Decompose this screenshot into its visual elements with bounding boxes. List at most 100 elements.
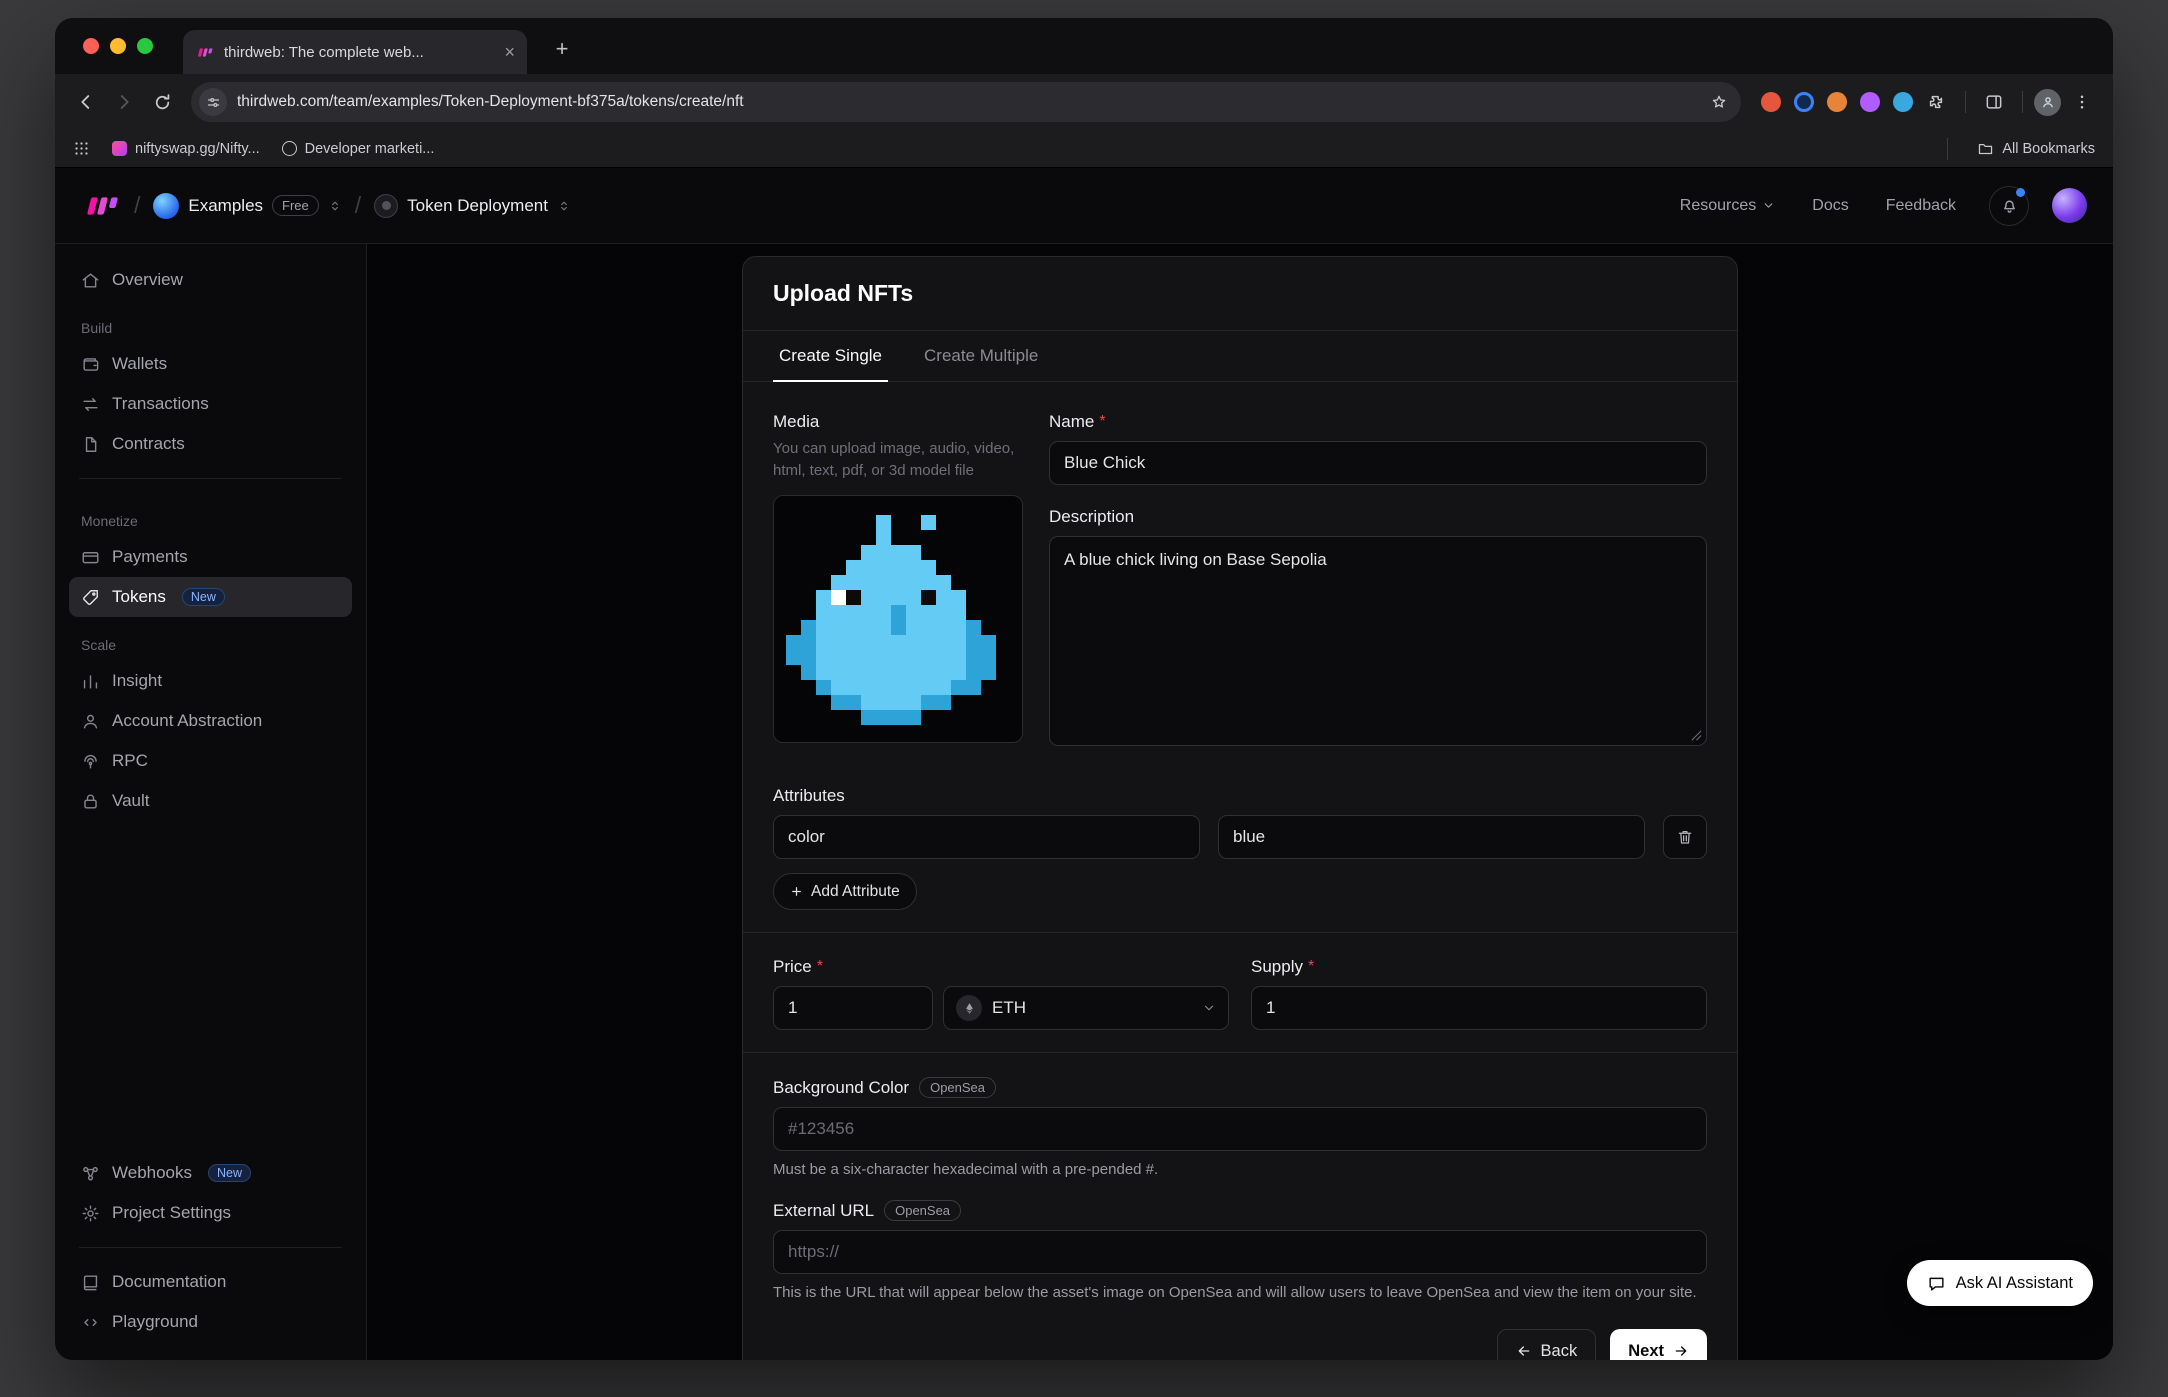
sidebar-item-playground[interactable]: Playground (69, 1302, 352, 1342)
apps-grid-icon[interactable] (73, 140, 90, 157)
webhook-icon (81, 1164, 100, 1183)
nft-media-preview[interactable] (773, 495, 1023, 743)
sidebar-item-label: Tokens (112, 587, 166, 607)
gear-icon (81, 1204, 100, 1223)
contract-icon (81, 435, 100, 454)
tab-close-icon[interactable]: × (504, 43, 515, 61)
bookmark-item[interactable]: niftyswap.gg/Nifty... (112, 141, 260, 157)
tab-create-multiple[interactable]: Create Multiple (918, 331, 1044, 381)
delete-attribute-button[interactable] (1663, 815, 1707, 859)
url-text: thirdweb.com/team/examples/Token-Deploym… (237, 93, 1695, 111)
bookmark-label: Developer marketi... (305, 141, 435, 157)
site-info-icon[interactable] (199, 88, 227, 116)
sidebar-item-webhooks[interactable]: Webhooks New (69, 1153, 352, 1193)
user-icon (81, 712, 100, 731)
name-input[interactable] (1049, 441, 1707, 485)
browser-menu-icon[interactable] (2065, 85, 2099, 119)
thirdweb-logo-icon[interactable] (81, 195, 121, 217)
address-bar[interactable]: thirdweb.com/team/examples/Token-Deploym… (191, 82, 1741, 122)
attribute-trait-input[interactable] (773, 815, 1200, 859)
sidebar-item-contracts[interactable]: Contracts (69, 424, 352, 464)
feedback-link[interactable]: Feedback (1886, 197, 1956, 215)
resources-menu[interactable]: Resources (1680, 197, 1775, 215)
upload-nfts-card: Upload NFTs Create Single Create Multipl… (742, 256, 1738, 1360)
sidebar-item-wallets[interactable]: Wallets (69, 344, 352, 384)
extensions-puzzle-icon[interactable] (1926, 92, 1946, 112)
extension-icon-1[interactable] (1761, 92, 1781, 112)
docs-link[interactable]: Docs (1812, 197, 1848, 215)
attribute-value-input[interactable] (1218, 815, 1645, 859)
wallet-icon (81, 355, 100, 374)
side-panel-icon[interactable] (1977, 85, 2011, 119)
sidebar-item-documentation[interactable]: Documentation (69, 1262, 352, 1302)
sidebar-item-account-abstraction[interactable]: Account Abstraction (69, 701, 352, 741)
bookmark-label: niftyswap.gg/Nifty... (135, 141, 260, 157)
currency-select[interactable]: ETH (943, 986, 1229, 1030)
sidebar-item-rpc[interactable]: RPC (69, 741, 352, 781)
all-bookmarks-button[interactable]: All Bookmarks (1977, 140, 2095, 157)
sidebar-section-build: Build (81, 320, 340, 336)
description-textarea[interactable]: A blue chick living on Base Sepolia (1049, 536, 1707, 746)
account-avatar[interactable] (2052, 188, 2087, 223)
tab-create-single[interactable]: Create Single (773, 331, 888, 381)
close-window-button[interactable] (83, 38, 99, 54)
name-label: Name (1049, 412, 1094, 432)
attributes-section: Attributes Add Attri (773, 786, 1707, 910)
team-avatar (153, 193, 179, 219)
extension-icon-5[interactable] (1893, 92, 1913, 112)
background-color-input[interactable] (773, 1107, 1707, 1151)
project-selector[interactable]: Token Deployment (374, 194, 571, 218)
minimize-window-button[interactable] (110, 38, 126, 54)
background-color-section: Background Color OpenSea Must be a six-c… (773, 1077, 1707, 1178)
toolbar-separator-2 (2022, 91, 2023, 113)
supply-input[interactable] (1251, 986, 1707, 1030)
next-button[interactable]: Next (1610, 1329, 1707, 1360)
name-description-column: Name * Description A blue chick living o… (1049, 412, 1707, 746)
zoom-window-button[interactable] (137, 38, 153, 54)
ask-ai-assistant-button[interactable]: Ask AI Assistant (1907, 1260, 2093, 1306)
notifications-button[interactable] (1989, 186, 2029, 226)
sidebar-item-overview[interactable]: Overview (69, 260, 352, 300)
eth-icon (956, 995, 982, 1021)
sidebar-item-label: Wallets (112, 354, 167, 374)
new-badge: New (208, 1164, 251, 1182)
extension-icon-3[interactable] (1827, 92, 1847, 112)
bookmark-favicon (112, 141, 127, 156)
sidebar-item-label: Documentation (112, 1272, 226, 1292)
bookmark-item[interactable]: Developer marketi... (282, 141, 435, 157)
price-input[interactable] (773, 986, 933, 1030)
extension-icon-4[interactable] (1860, 92, 1880, 112)
browser-profile-avatar[interactable] (2034, 89, 2061, 116)
new-tab-button[interactable]: + (547, 34, 577, 64)
reload-icon[interactable] (145, 85, 179, 119)
sidebar-item-transactions[interactable]: Transactions (69, 384, 352, 424)
form-footer: Back Next (773, 1329, 1707, 1360)
sidebar-item-payments[interactable]: Payments (69, 537, 352, 577)
add-attribute-button[interactable]: Add Attribute (773, 873, 917, 910)
browser-tab[interactable]: thirdweb: The complete web... × (183, 30, 527, 74)
thirdweb-app: / Examples Free / Token Deployment Resou… (55, 168, 2113, 1360)
sidebar-item-project-settings[interactable]: Project Settings (69, 1193, 352, 1233)
extension-icon-2[interactable] (1794, 92, 1814, 112)
sidebar-item-insight[interactable]: Insight (69, 661, 352, 701)
signal-icon (81, 752, 100, 771)
team-plan-badge: Free (272, 195, 319, 216)
sidebar: Overview Build Wallets Transactions Cont… (55, 244, 367, 1360)
required-asterisk: * (1099, 413, 1105, 431)
back-button-label: Back (1541, 1342, 1578, 1361)
arrow-right-icon (1673, 1343, 1689, 1359)
team-selector[interactable]: Examples Free (153, 193, 341, 219)
bookmark-star-icon[interactable] (1705, 88, 1733, 116)
sidebar-item-vault[interactable]: Vault (69, 781, 352, 821)
sidebar-item-tokens[interactable]: Tokens New (69, 577, 352, 617)
back-button[interactable]: Back (1497, 1329, 1597, 1360)
nft-media-pixels (773, 500, 786, 515)
chevron-down-icon (1762, 199, 1775, 212)
chat-bubble-icon (1927, 1274, 1946, 1293)
external-url-input[interactable] (773, 1230, 1707, 1274)
back-icon[interactable] (69, 85, 103, 119)
price-label: Price (773, 957, 812, 977)
breadcrumb-slash: / (134, 192, 140, 219)
forward-icon[interactable] (107, 85, 141, 119)
chevron-updown-icon (328, 199, 342, 213)
